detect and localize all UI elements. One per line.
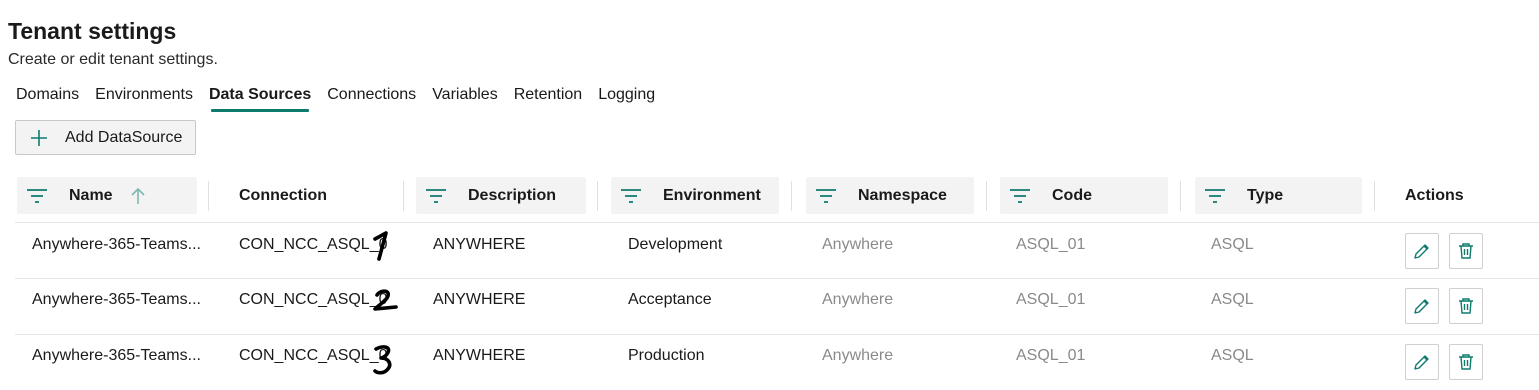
column-header-connection[interactable]: Connection: [239, 177, 399, 214]
tab-domains[interactable]: Domains: [16, 86, 79, 112]
column-header-name[interactable]: Name: [17, 177, 197, 214]
column-header-environment[interactable]: Environment: [611, 177, 779, 214]
add-datasource-button[interactable]: Add DataSource: [15, 120, 196, 155]
column-divider: [986, 181, 987, 211]
column-header-actions: Actions: [1405, 177, 1525, 214]
filter-icon[interactable]: [1010, 188, 1030, 203]
column-label-name: Name: [69, 186, 113, 204]
cell-name[interactable]: Anywhere-365-Teams...: [32, 347, 201, 365]
column-label-actions: Actions: [1405, 186, 1464, 204]
filter-icon[interactable]: [1205, 188, 1225, 203]
filter-icon[interactable]: [621, 188, 641, 203]
edit-button[interactable]: [1405, 344, 1439, 380]
cell-connection: CON_NCC_ASQL_0: [239, 291, 388, 308]
filter-icon[interactable]: [426, 188, 446, 203]
cell-description: ANYWHERE: [433, 236, 526, 253]
column-label-environment: Environment: [663, 186, 761, 204]
row-divider: [15, 222, 1539, 223]
row-divider: [15, 278, 1539, 279]
column-label-namespace: Namespace: [858, 186, 947, 204]
edit-button[interactable]: [1405, 233, 1439, 269]
column-header-namespace[interactable]: Namespace: [806, 177, 974, 214]
column-divider: [1374, 181, 1375, 211]
handwritten-annotation-3: [373, 345, 392, 375]
cell-code: ASQL_01: [1016, 236, 1086, 253]
column-divider: [791, 181, 792, 211]
edit-icon: [1414, 299, 1429, 314]
edit-icon: [1414, 244, 1429, 259]
cell-type: ASQL: [1211, 347, 1254, 364]
cell-environment: Production: [628, 347, 705, 364]
tab-environments[interactable]: Environments: [95, 86, 193, 112]
cell-connection: CON_NCC_ASQL_0: [239, 236, 388, 253]
tab-variables[interactable]: Variables: [432, 86, 498, 112]
column-label-type: Type: [1247, 186, 1284, 204]
column-header-code[interactable]: Code: [1000, 177, 1168, 214]
cell-type: ASQL: [1211, 236, 1254, 253]
tab-data-sources[interactable]: Data Sources: [209, 86, 311, 112]
column-header-description[interactable]: Description: [416, 177, 586, 214]
delete-icon: [1459, 298, 1473, 314]
add-datasource-label: Add DataSource: [65, 128, 183, 146]
cell-name[interactable]: Anywhere-365-Teams...: [32, 236, 201, 254]
column-label-connection: Connection: [239, 186, 327, 204]
handwritten-annotation-2: [373, 289, 398, 311]
cell-environment: Acceptance: [628, 291, 712, 308]
plus-icon: [29, 128, 49, 148]
cell-connection: CON_NCC_ASQL_0: [239, 347, 388, 364]
edit-button[interactable]: [1405, 288, 1439, 324]
cell-name[interactable]: Anywhere-365-Teams...: [32, 291, 201, 309]
tab-retention[interactable]: Retention: [514, 86, 583, 112]
delete-icon: [1459, 243, 1473, 259]
column-label-description: Description: [468, 186, 557, 204]
tab-bar: Domains Environments Data Sources Connec…: [16, 86, 671, 112]
column-divider: [1180, 181, 1181, 211]
page-subtitle: Create or edit tenant settings.: [8, 51, 218, 68]
row-divider: [15, 334, 1539, 335]
column-divider: [597, 181, 598, 211]
cell-environment: Development: [628, 236, 723, 253]
page-title: Tenant settings: [8, 18, 177, 44]
delete-button[interactable]: [1449, 288, 1483, 324]
cell-code: ASQL_01: [1016, 347, 1086, 364]
filter-icon[interactable]: [27, 188, 47, 203]
cell-namespace: Anywhere: [822, 291, 894, 308]
column-header-type[interactable]: Type: [1195, 177, 1362, 214]
cell-description: ANYWHERE: [433, 291, 526, 308]
delete-icon: [1459, 354, 1473, 370]
cell-description: ANYWHERE: [433, 347, 526, 364]
delete-button[interactable]: [1449, 344, 1483, 380]
edit-icon: [1414, 355, 1429, 370]
filter-icon[interactable]: [816, 188, 836, 203]
column-divider: [403, 181, 404, 211]
tab-connections[interactable]: Connections: [327, 86, 416, 112]
delete-button[interactable]: [1449, 233, 1483, 269]
cell-namespace: Anywhere: [822, 347, 894, 364]
tab-logging[interactable]: Logging: [598, 86, 655, 112]
handwritten-annotation-1: [373, 231, 388, 261]
sort-ascending-icon[interactable]: [131, 187, 145, 205]
column-divider: [208, 181, 209, 211]
column-label-code: Code: [1052, 186, 1092, 204]
cell-namespace: Anywhere: [822, 236, 894, 253]
cell-code: ASQL_01: [1016, 291, 1086, 308]
cell-type: ASQL: [1211, 291, 1254, 308]
